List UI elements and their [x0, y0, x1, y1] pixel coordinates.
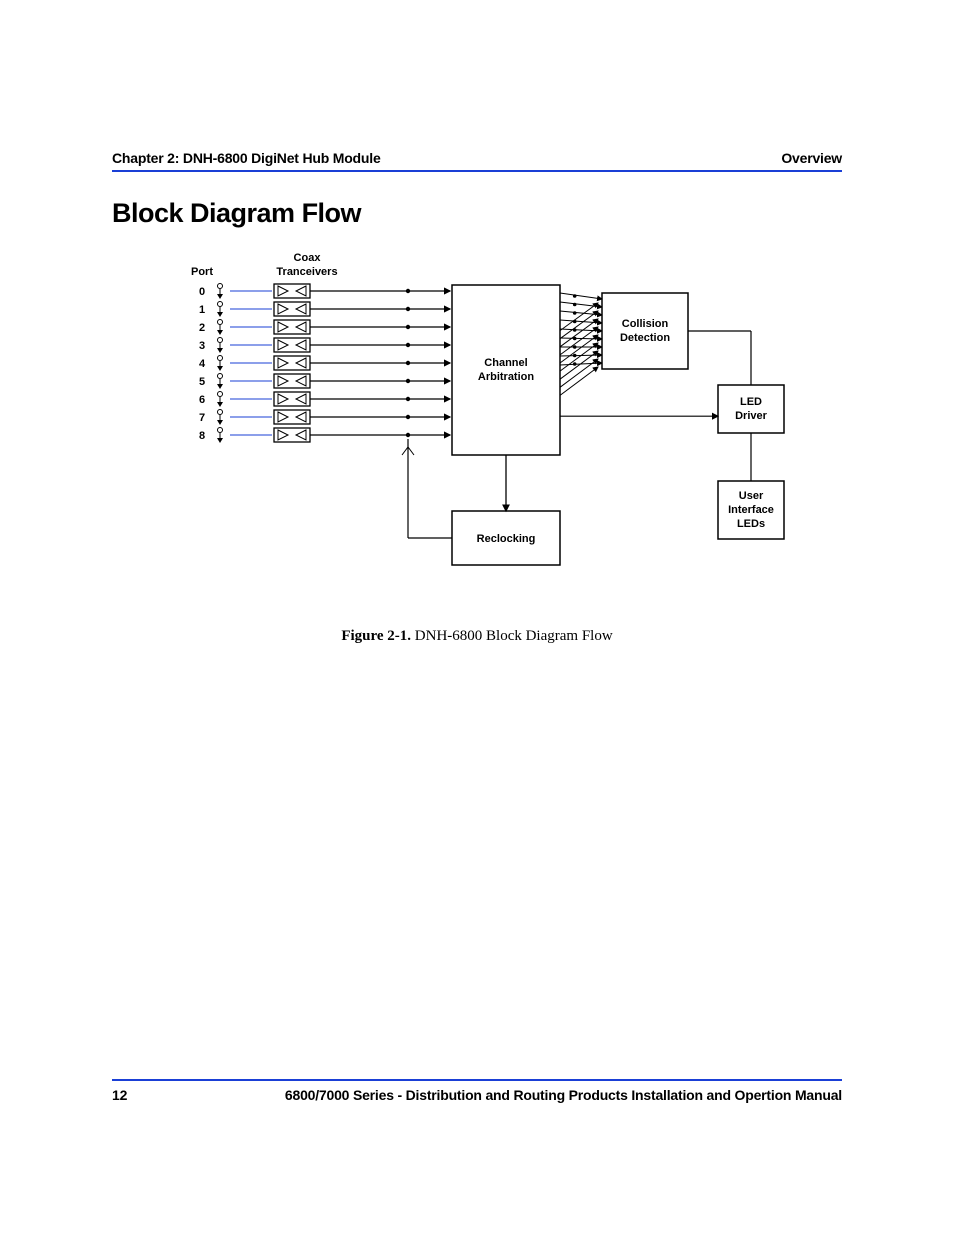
svg-text:Arbitration: Arbitration — [478, 371, 535, 383]
svg-text:7: 7 — [199, 412, 205, 424]
svg-text:Coax: Coax — [294, 252, 322, 264]
svg-text:LED: LED — [740, 396, 762, 408]
svg-text:Reclocking: Reclocking — [477, 533, 536, 545]
svg-text:Channel: Channel — [484, 357, 527, 369]
figure: Port Coax Tranceivers 0 1 2 3 4 5 6 7 8 Channel Arbit… — [112, 243, 842, 645]
svg-text:0: 0 — [199, 286, 205, 298]
svg-text:4: 4 — [199, 358, 206, 370]
page-number: 12 — [112, 1087, 127, 1103]
svg-text:1: 1 — [199, 304, 205, 316]
manual-title: 6800/7000 Series - Distribution and Rout… — [285, 1087, 842, 1103]
svg-text:Collision: Collision — [622, 318, 669, 330]
figure-caption-text: DNH-6800 Block Diagram Flow — [415, 628, 613, 644]
svg-text:Interface: Interface — [728, 504, 774, 516]
svg-text:6: 6 — [199, 394, 205, 406]
section-title: Block Diagram Flow — [112, 198, 842, 229]
svg-text:LEDs: LEDs — [737, 518, 765, 530]
block-diagram: Port Coax Tranceivers 0 1 2 3 4 5 6 7 8 Channel Arbit… — [162, 243, 792, 588]
running-head: Chapter 2: DNH-6800 DigiNet Hub Module O… — [112, 150, 842, 172]
svg-text:8: 8 — [199, 430, 205, 442]
chapter-label: Chapter 2: DNH-6800 DigiNet Hub Module — [112, 150, 381, 166]
svg-text:User: User — [739, 490, 764, 502]
page-footer: 12 6800/7000 Series - Distribution and R… — [112, 1079, 842, 1103]
svg-text:3: 3 — [199, 340, 205, 352]
figure-number: Figure 2-1. — [341, 628, 411, 644]
svg-text:5: 5 — [199, 376, 205, 388]
section-label: Overview — [781, 150, 842, 166]
svg-text:Driver: Driver — [735, 410, 768, 422]
svg-text:Detection: Detection — [620, 332, 670, 344]
svg-text:Port: Port — [191, 266, 213, 278]
svg-text:Tranceivers: Tranceivers — [276, 266, 337, 278]
figure-caption: Figure 2-1. DNH-6800 Block Diagram Flow — [112, 628, 842, 645]
svg-text:2: 2 — [199, 322, 205, 334]
